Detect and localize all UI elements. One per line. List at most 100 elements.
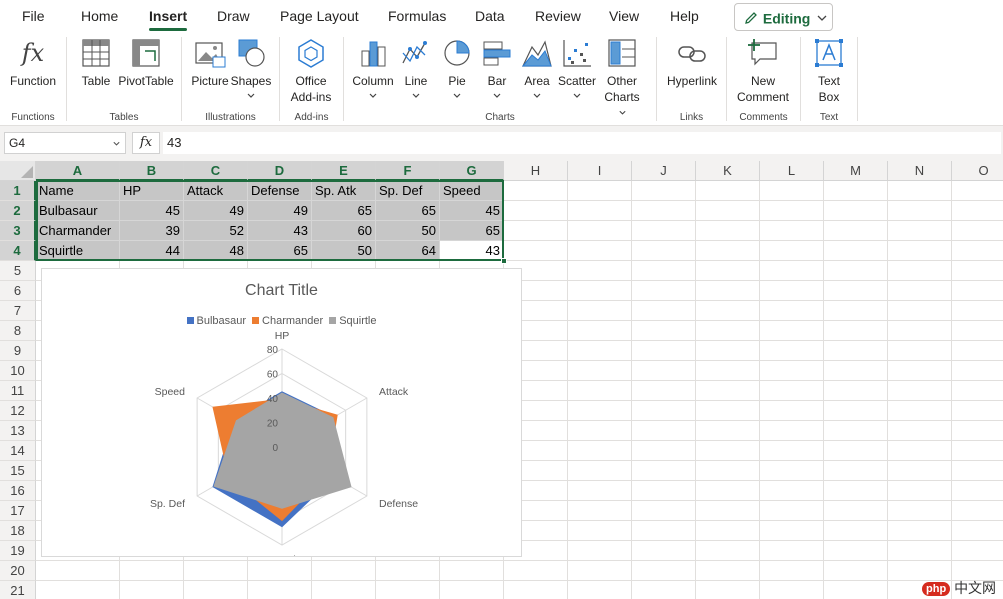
cell-i21[interactable] (568, 581, 632, 599)
cell-g1[interactable]: Speed (440, 181, 504, 201)
cell-m20[interactable] (824, 561, 888, 581)
cell-n14[interactable] (888, 441, 952, 461)
formula-input[interactable]: 43 (163, 132, 1001, 154)
select-all-button[interactable] (0, 161, 36, 181)
cell-l15[interactable] (760, 461, 824, 481)
row-header-3[interactable]: 3 (0, 221, 36, 241)
cell-k6[interactable] (696, 281, 760, 301)
tab-formulas[interactable]: Formulas (388, 7, 446, 31)
cell-i10[interactable] (568, 361, 632, 381)
cell-n16[interactable] (888, 481, 952, 501)
cell-m13[interactable] (824, 421, 888, 441)
column-header-a[interactable]: A (36, 161, 120, 181)
cell-h20[interactable] (504, 561, 568, 581)
cell-l10[interactable] (760, 361, 824, 381)
cell-j16[interactable] (632, 481, 696, 501)
cell-o2[interactable] (952, 201, 1003, 221)
column-header-n[interactable]: N (888, 161, 952, 181)
cell-o5[interactable] (952, 261, 1003, 281)
cell-c20[interactable] (184, 561, 248, 581)
cell-m14[interactable] (824, 441, 888, 461)
cell-o14[interactable] (952, 441, 1003, 461)
column-header-i[interactable]: I (568, 161, 632, 181)
table-button[interactable]: Table (76, 35, 116, 89)
row-header-12[interactable]: 12 (0, 401, 36, 421)
cell-m18[interactable] (824, 521, 888, 541)
tab-view[interactable]: View (609, 7, 639, 31)
cell-i17[interactable] (568, 501, 632, 521)
cell-i19[interactable] (568, 541, 632, 561)
cell-o4[interactable] (952, 241, 1003, 261)
cell-l19[interactable] (760, 541, 824, 561)
cell-n7[interactable] (888, 301, 952, 321)
cell-k20[interactable] (696, 561, 760, 581)
tab-file[interactable]: File (22, 7, 45, 31)
column-header-m[interactable]: M (824, 161, 888, 181)
cell-n15[interactable] (888, 461, 952, 481)
pie-chart-button[interactable]: Pie (437, 35, 477, 100)
cell-o16[interactable] (952, 481, 1003, 501)
cell-a3[interactable]: Charmander (36, 221, 120, 241)
row-header-16[interactable]: 16 (0, 481, 36, 501)
cell-i15[interactable] (568, 461, 632, 481)
cell-k1[interactable] (696, 181, 760, 201)
cell-l6[interactable] (760, 281, 824, 301)
cell-b21[interactable] (120, 581, 184, 599)
office-addins-button[interactable]: Office Add-ins (286, 35, 336, 105)
cell-l5[interactable] (760, 261, 824, 281)
cell-m8[interactable] (824, 321, 888, 341)
cell-i3[interactable] (568, 221, 632, 241)
tab-insert[interactable]: Insert (149, 7, 188, 31)
cell-k2[interactable] (696, 201, 760, 221)
cell-k5[interactable] (696, 261, 760, 281)
name-box[interactable]: G4 (4, 132, 126, 154)
cell-l14[interactable] (760, 441, 824, 461)
tab-page-layout[interactable]: Page Layout (280, 7, 359, 31)
cell-l11[interactable] (760, 381, 824, 401)
cell-h3[interactable] (504, 221, 568, 241)
editing-mode-button[interactable]: Editing (734, 3, 833, 31)
cell-l21[interactable] (760, 581, 824, 599)
tab-data[interactable]: Data (475, 7, 505, 31)
cell-c3[interactable]: 52 (184, 221, 248, 241)
cell-a4[interactable]: Squirtle (36, 241, 120, 261)
column-header-g[interactable]: G (440, 161, 504, 181)
cell-l7[interactable] (760, 301, 824, 321)
fill-handle[interactable] (501, 258, 507, 264)
tab-review[interactable]: Review (535, 7, 581, 31)
cell-c2[interactable]: 49 (184, 201, 248, 221)
cell-k4[interactable] (696, 241, 760, 261)
cell-j11[interactable] (632, 381, 696, 401)
cell-c1[interactable]: Attack (184, 181, 248, 201)
line-chart-button[interactable]: Line (396, 35, 436, 100)
cell-l9[interactable] (760, 341, 824, 361)
tab-help[interactable]: Help (670, 7, 699, 31)
cell-g21[interactable] (440, 581, 504, 599)
cell-o13[interactable] (952, 421, 1003, 441)
row-header-11[interactable]: 11 (0, 381, 36, 401)
cell-m10[interactable] (824, 361, 888, 381)
cell-k9[interactable] (696, 341, 760, 361)
chevron-down-icon[interactable] (112, 133, 121, 155)
row-header-18[interactable]: 18 (0, 521, 36, 541)
cell-n8[interactable] (888, 321, 952, 341)
cell-n5[interactable] (888, 261, 952, 281)
pivottable-button[interactable]: PivotTable (116, 35, 176, 89)
cell-n11[interactable] (888, 381, 952, 401)
cell-g3[interactable]: 65 (440, 221, 504, 241)
hyperlink-button[interactable]: Hyperlink (662, 35, 722, 89)
cell-o7[interactable] (952, 301, 1003, 321)
row-header-21[interactable]: 21 (0, 581, 36, 599)
cell-n6[interactable] (888, 281, 952, 301)
cell-h21[interactable] (504, 581, 568, 599)
cell-m9[interactable] (824, 341, 888, 361)
cell-n12[interactable] (888, 401, 952, 421)
cell-l17[interactable] (760, 501, 824, 521)
row-header-20[interactable]: 20 (0, 561, 36, 581)
cell-h1[interactable] (504, 181, 568, 201)
cell-m17[interactable] (824, 501, 888, 521)
cell-f21[interactable] (376, 581, 440, 599)
tab-home[interactable]: Home (81, 7, 118, 31)
column-header-c[interactable]: C (184, 161, 248, 181)
column-header-h[interactable]: H (504, 161, 568, 181)
